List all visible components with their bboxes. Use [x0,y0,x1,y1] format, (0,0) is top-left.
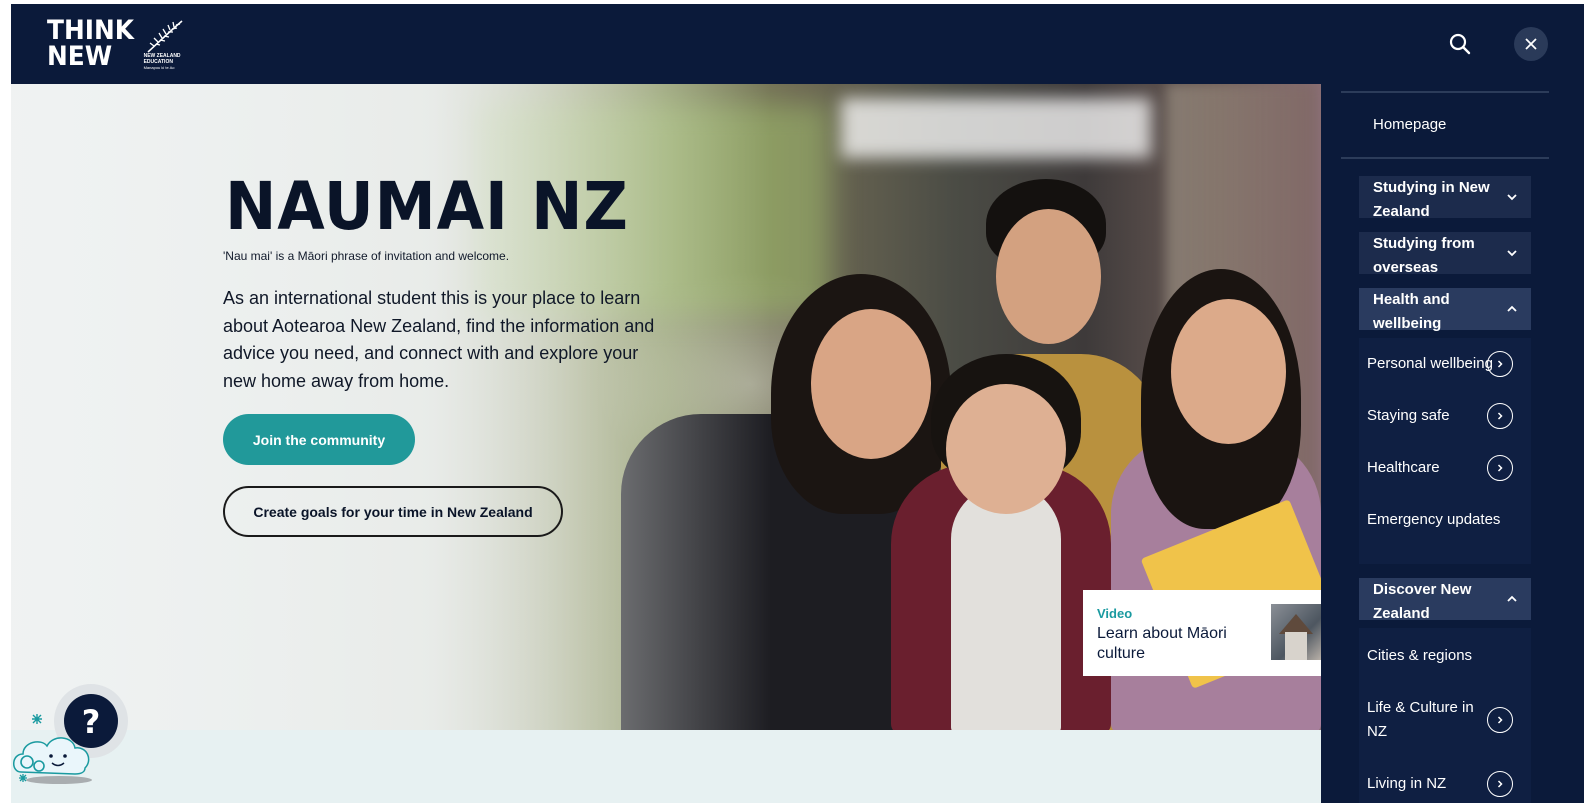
hero-subtitle: 'Nau mai' is a Māori phrase of invitatio… [223,249,510,263]
hero-banner: NAUMAI NZ 'Nau mai' is a Māori phrase of… [11,84,1321,730]
nav-section-label: Discover New Zealand [1373,581,1472,622]
app-frame: THINK NEW NEW ZEALAND EDUCATION Manapou … [11,4,1584,803]
content-band [11,730,1321,803]
chevron-right-icon [1497,360,1503,368]
help-chat-widget[interactable]: ? [11,684,135,794]
nav-item-emergency-updates[interactable]: Emergency updates [1367,508,1500,532]
nav-divider-home [1341,157,1549,159]
logo-sub-3: Manapou ki te Ao [143,64,175,70]
nav-section-studying-in-nz[interactable]: Studying in New Zealand [1359,176,1531,220]
chevron-right-icon [1497,716,1503,724]
svg-text:?: ? [82,703,101,741]
video-card[interactable]: Video Learn about Māori culture [1083,590,1321,676]
nav-item-personal-wellbeing[interactable]: Personal wellbeing [1367,352,1493,376]
expand-life-culture-button[interactable] [1487,707,1513,733]
fern-icon [147,19,183,53]
video-label: Video [1097,606,1133,621]
chevron-right-icon [1497,780,1503,788]
video-title: Learn about Māori culture [1097,625,1227,662]
nz-education-mark: NEW ZEALAND EDUCATION Manapou ki te Ao [144,19,186,70]
hero-title: NAUMAI NZ [225,168,629,245]
chevron-down-icon [1507,250,1517,257]
chevron-up-icon [1507,305,1517,312]
nav-item-staying-safe[interactable]: Staying safe [1367,404,1450,428]
expand-personal-wellbeing-button[interactable] [1487,351,1513,377]
logo-wordmark: THINK NEW [47,17,134,72]
nav-item-life-culture[interactable]: Life & Culture in NZ [1367,696,1495,744]
think-new-logo[interactable]: THINK NEW NEW ZEALAND EDUCATION Manapou … [47,17,186,72]
expand-living-in-nz-button[interactable] [1487,771,1513,797]
nav-section-discover-nz[interactable]: Discover New Zealand [1359,578,1531,622]
nav-item-cities-regions[interactable]: Cities & regions [1367,644,1472,668]
logo-sub-2: EDUCATION [143,58,173,65]
logo-sub-1: NEW ZEALAND [143,52,181,59]
join-community-button[interactable]: Join the community [223,414,415,465]
site-header: THINK NEW NEW ZEALAND EDUCATION Manapou … [11,4,1584,84]
close-icon [1525,38,1537,50]
create-goals-button[interactable]: Create goals for your time in New Zealan… [223,486,563,537]
chevron-up-icon [1507,595,1517,602]
expand-healthcare-button[interactable] [1487,455,1513,481]
chevron-down-icon [1507,194,1517,201]
nav-item-homepage[interactable]: Homepage [1373,116,1446,133]
logo-line-2: NEW [47,41,113,72]
search-button[interactable] [1448,32,1472,56]
nav-item-healthcare[interactable]: Healthcare [1367,456,1440,480]
chevron-right-icon [1497,412,1503,420]
cloud-help-icon: ? [13,684,128,784]
nav-section-label: Health and wellbeing [1373,291,1450,332]
video-thumbnail [1271,604,1321,660]
nav-section-health-wellbeing[interactable]: Health and wellbeing [1359,288,1531,332]
nav-section-studying-from-overseas[interactable]: Studying from overseas [1359,232,1531,276]
nav-section-label: Studying from overseas [1373,235,1475,276]
close-menu-button[interactable] [1514,27,1548,61]
chevron-right-icon [1497,464,1503,472]
expand-staying-safe-button[interactable] [1487,403,1513,429]
nav-item-living-in-nz[interactable]: Living in NZ [1367,772,1446,796]
hero-lead-text: As an international student this is your… [223,288,655,391]
search-icon [1449,33,1471,55]
nav-divider-top [1341,91,1549,93]
nav-section-label: Studying in New Zealand [1373,179,1490,220]
